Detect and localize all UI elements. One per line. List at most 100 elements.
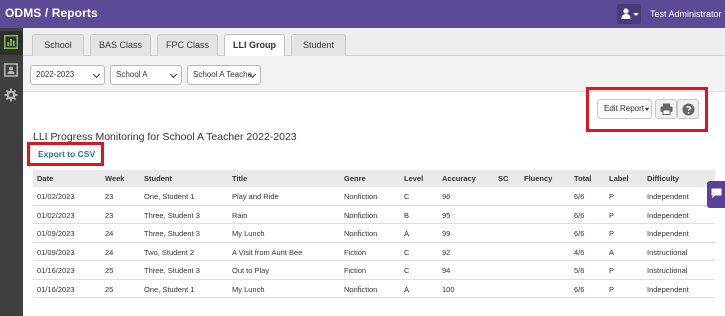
- cell-student: Two, Student 2: [144, 247, 195, 257]
- column-header-title[interactable]: Title: [232, 174, 247, 183]
- cell-level: C: [404, 266, 410, 275]
- tab-fpc-class[interactable]: FPC Class: [157, 34, 218, 56]
- table-row: 01/02/2023 23 One, Student 1 Play and Ri…: [33, 187, 715, 206]
- table-header-row: Date Week Student Title Genre Level Accu…: [33, 170, 715, 187]
- print-icon: [660, 103, 673, 115]
- cell-difficulty: Independent: [647, 284, 689, 294]
- cell-week: 25: [105, 284, 114, 294]
- cell-student: One, Student 1: [144, 284, 195, 294]
- top-bar: ODMS / Reports Test Administrator: [0, 0, 725, 28]
- cell-label: P: [609, 229, 615, 238]
- column-header-difficulty[interactable]: Difficulty: [647, 174, 679, 183]
- tab-student[interactable]: Student: [291, 34, 346, 56]
- column-header-label[interactable]: Label: [609, 174, 629, 183]
- export-csv-link[interactable]: Export to CSV: [38, 149, 95, 159]
- help-button[interactable]: [677, 99, 699, 119]
- cell-week: 23: [105, 192, 114, 201]
- cell-accuracy: 94: [442, 266, 451, 275]
- table-row: 01/09/2023 24 Two, Student 2 A Visit fro…: [33, 243, 715, 261]
- report-tabs: School BAS Class FPC Class LLI Group Stu…: [23, 28, 725, 57]
- table-row: 01/16/2023 25 Three, Student 3 Out to Pl…: [33, 261, 715, 280]
- cell-title: My Lunch: [232, 229, 265, 238]
- school-select-value: School A: [116, 70, 148, 79]
- cell-date: 01/09/2023: [37, 247, 75, 257]
- chevron-down-icon: [169, 70, 178, 79]
- cell-student: One, Student 1: [144, 192, 195, 201]
- cell-label: P: [609, 192, 615, 201]
- column-header-student[interactable]: Student: [144, 174, 172, 183]
- id-card-icon: [4, 63, 18, 77]
- year-select-value: 2022-2023: [36, 70, 75, 79]
- chevron-down-icon: [633, 13, 639, 16]
- teacher-select[interactable]: School A Teache: [187, 65, 261, 85]
- caret-down-icon: [645, 108, 649, 111]
- cell-level: C: [404, 247, 410, 257]
- cell-genre: Fiction: [344, 247, 367, 257]
- cell-difficulty: Independent: [647, 210, 689, 220]
- tab-lli-group[interactable]: LLI Group: [224, 34, 285, 57]
- cell-genre: Nonfiction: [344, 284, 378, 294]
- cell-difficulty: Independent: [647, 229, 689, 238]
- cell-date: 01/16/2023: [37, 266, 75, 275]
- tab-bas-class[interactable]: BAS Class: [90, 34, 151, 56]
- gear-icon: [4, 88, 18, 102]
- year-select[interactable]: 2022-2023: [30, 65, 105, 85]
- cell-difficulty: Independent: [647, 192, 689, 201]
- cell-genre: Fiction: [344, 266, 367, 275]
- table-row: 01/16/2023 25 One, Student 1 My Lunch No…: [33, 280, 715, 298]
- edit-report-label: Edit Report: [604, 104, 645, 113]
- cell-label: A: [609, 247, 615, 257]
- column-header-date[interactable]: Date: [37, 174, 53, 183]
- cell-accuracy: 100: [442, 284, 455, 294]
- cell-label: P: [609, 266, 615, 275]
- cell-level: A: [404, 229, 410, 238]
- cell-genre: Nonfiction: [344, 192, 378, 201]
- column-header-level[interactable]: Level: [404, 174, 423, 183]
- column-header-accuracy[interactable]: Accuracy: [442, 174, 476, 183]
- column-header-total[interactable]: Total: [574, 174, 591, 183]
- cell-date: 01/16/2023: [37, 284, 75, 294]
- print-button[interactable]: [655, 99, 677, 119]
- column-header-genre[interactable]: Genre: [344, 174, 366, 183]
- table-row: 01/09/2023 24 Three, Student 3 My Lunch …: [33, 224, 715, 243]
- edit-report-button[interactable]: Edit Report: [597, 99, 652, 119]
- sidebar-item-students[interactable]: [0, 59, 23, 83]
- cell-accuracy: 95: [442, 210, 451, 220]
- cell-total: 5/6: [574, 266, 585, 275]
- cell-student: Three, Student 3: [144, 266, 200, 275]
- sidebar: [0, 28, 23, 316]
- cell-title: My Lunch: [232, 284, 265, 294]
- cell-accuracy: 96: [442, 192, 451, 201]
- chat-widget-button[interactable]: [707, 181, 725, 208]
- cell-title: Play and Ride: [232, 192, 279, 201]
- question-circle-icon: [682, 103, 695, 116]
- column-header-week[interactable]: Week: [105, 174, 124, 183]
- cell-total: 6/6: [574, 192, 585, 201]
- chat-bubble-icon: [711, 188, 722, 198]
- app-title[interactable]: ODMS / Reports: [5, 6, 98, 20]
- bar-chart-icon: [4, 35, 18, 49]
- user-menu-button[interactable]: [617, 4, 641, 24]
- cell-date: 01/02/2023: [37, 210, 75, 220]
- sidebar-item-reports[interactable]: [0, 31, 23, 55]
- cell-student: Three, Student 3: [144, 229, 200, 238]
- column-header-fluency[interactable]: Fluency: [524, 174, 552, 183]
- cell-date: 01/09/2023: [37, 229, 75, 238]
- cell-difficulty: Instructional: [647, 266, 688, 275]
- cell-level: B: [404, 210, 410, 220]
- cell-genre: Nonfiction: [344, 229, 378, 238]
- table-row: 01/02/2023 23 Three, Student 3 Rain Nonf…: [33, 206, 715, 224]
- tab-school[interactable]: School: [32, 34, 84, 56]
- sidebar-item-settings[interactable]: [0, 84, 23, 108]
- cell-total: 6/6: [574, 210, 585, 220]
- user-name[interactable]: Test Administrator: [650, 9, 722, 19]
- cell-difficulty: Instructional: [647, 247, 688, 257]
- cell-level: A: [404, 284, 410, 294]
- column-header-sc[interactable]: SC: [498, 174, 508, 183]
- cell-date: 01/02/2023: [37, 192, 75, 201]
- cell-accuracy: 92: [442, 247, 451, 257]
- teacher-select-value: School A Teache: [193, 70, 253, 79]
- cell-week: 24: [105, 247, 114, 257]
- cell-title: Rain: [232, 210, 248, 220]
- school-select[interactable]: School A: [110, 65, 182, 85]
